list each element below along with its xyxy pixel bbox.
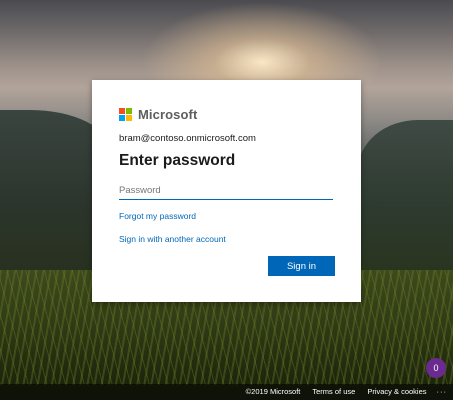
privacy-link[interactable]: Privacy & cookies [367, 387, 426, 396]
account-email: bram@contoso.onmicrosoft.com [119, 133, 256, 144]
copyright-text: ©2019 Microsoft [245, 387, 301, 396]
notification-badge[interactable]: 0 [426, 358, 446, 378]
terms-link[interactable]: Terms of use [312, 387, 355, 396]
another-account-link[interactable]: Sign in with another account [119, 234, 226, 244]
brand-header: Microsoft [119, 107, 197, 122]
sign-in-button[interactable]: Sign in [268, 256, 335, 276]
password-input[interactable] [119, 182, 333, 200]
brand-name: Microsoft [138, 107, 198, 122]
signin-card: Microsoft bram@contoso.onmicrosoft.com E… [92, 80, 361, 302]
background-hill-right [358, 120, 453, 270]
forgot-password-link[interactable]: Forgot my password [119, 211, 196, 221]
footer-bar: ©2019 Microsoft Terms of use Privacy & c… [0, 384, 453, 400]
microsoft-logo-icon [119, 107, 133, 122]
page-title: Enter password [119, 152, 236, 169]
more-options-icon[interactable]: ··· [437, 387, 448, 396]
